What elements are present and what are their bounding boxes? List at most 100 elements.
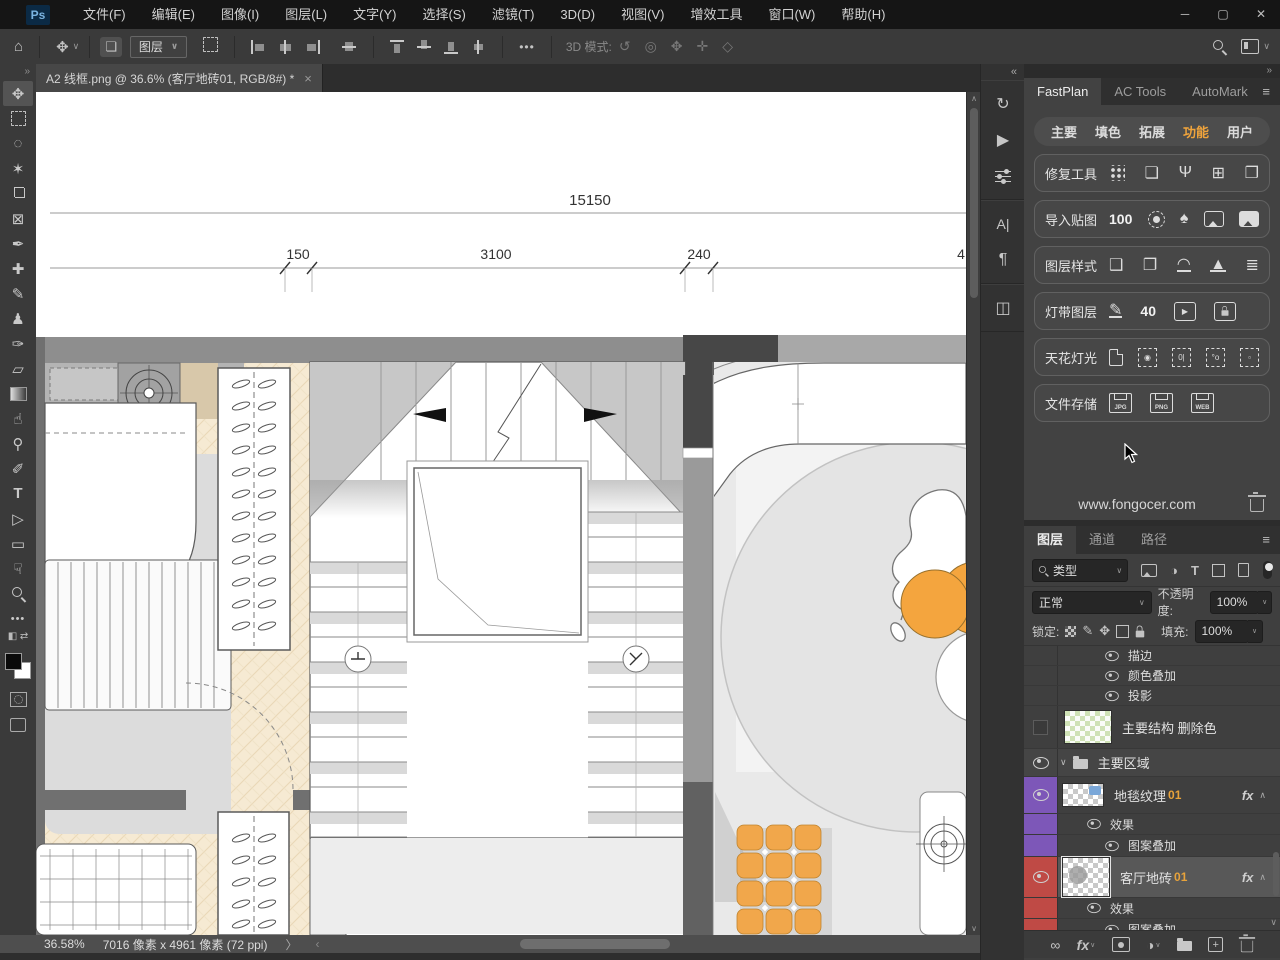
visibility-eye-icon[interactable] bbox=[1033, 871, 1049, 883]
eyedropper-tool[interactable]: ✒ bbox=[3, 231, 33, 256]
visibility-eye-icon[interactable] bbox=[1105, 650, 1119, 660]
dotted-circle-icon[interactable] bbox=[1148, 211, 1165, 228]
visibility-eye-icon[interactable] bbox=[1105, 670, 1119, 680]
eject-icon[interactable]: ▲ bbox=[1210, 259, 1226, 272]
hscroll-thumb[interactable] bbox=[520, 939, 670, 949]
fill-dropdown-icon[interactable]: ∨ bbox=[1248, 620, 1263, 643]
tab-automark[interactable]: AutoMark bbox=[1179, 78, 1261, 105]
visibility-eye-icon[interactable] bbox=[1087, 819, 1101, 829]
opacity-value[interactable]: 100% bbox=[1210, 591, 1260, 614]
menu-3d[interactable]: 3D(D) bbox=[547, 0, 608, 29]
frame-tool[interactable]: ⊠ bbox=[3, 206, 33, 231]
distribute-top-icon[interactable] bbox=[390, 40, 405, 54]
align-right-icon[interactable] bbox=[305, 40, 320, 54]
effect-row[interactable]: 效果 bbox=[1024, 898, 1280, 919]
distribute-horizontal-icon[interactable] bbox=[471, 40, 486, 54]
align-middle-icon[interactable] bbox=[342, 40, 357, 54]
save-jpg-icon[interactable]: JPG bbox=[1109, 393, 1132, 413]
group-row-main-area[interactable]: ∨ 主要区域 bbox=[1024, 749, 1280, 777]
menu-window[interactable]: 窗口(W) bbox=[755, 0, 828, 29]
properties-panel-icon[interactable] bbox=[981, 158, 1025, 194]
color-swatches[interactable] bbox=[5, 653, 31, 679]
visibility-checkbox-empty[interactable] bbox=[1033, 720, 1048, 735]
link-layers-icon[interactable]: ∞ bbox=[1050, 937, 1060, 953]
move-tool-icon[interactable]: ✥ bbox=[50, 38, 75, 56]
more-options-icon[interactable]: ••• bbox=[513, 40, 541, 54]
tools-collapse-icon[interactable]: » bbox=[24, 64, 36, 81]
swap-colors-icon[interactable]: ◧ ⇄ bbox=[8, 631, 29, 647]
layer-row-main-structure[interactable]: 主要结构 删除色 bbox=[1024, 706, 1280, 749]
scroll-down-icon[interactable]: ∨ bbox=[967, 924, 981, 933]
layer-copy-icon[interactable]: ❐ bbox=[1143, 255, 1157, 275]
quick-selection-tool[interactable]: ✶ bbox=[3, 156, 33, 181]
lock-pixels-icon[interactable]: ✎ bbox=[1082, 623, 1093, 639]
pen-tool[interactable]: ✐ bbox=[3, 456, 33, 481]
eraser-tool[interactable]: ▱ bbox=[3, 356, 33, 381]
menu-layer[interactable]: 图层(L) bbox=[272, 0, 340, 29]
scroll-left-icon[interactable]: ‹ bbox=[315, 937, 319, 951]
status-chevron-icon[interactable]: 〉 bbox=[285, 936, 297, 953]
cactus-icon[interactable]: Ψ bbox=[1179, 164, 1192, 182]
filter-type-icon[interactable]: T bbox=[1191, 563, 1199, 578]
subtab-main[interactable]: 主要 bbox=[1051, 122, 1077, 141]
stack-icon[interactable]: ≣ bbox=[1246, 255, 1259, 275]
marquee-tool[interactable] bbox=[3, 106, 33, 131]
save-web-icon[interactable]: WEB bbox=[1191, 393, 1214, 413]
3d-roll-icon[interactable]: ◎ bbox=[638, 38, 664, 55]
menu-file[interactable]: 文件(F) bbox=[70, 0, 139, 29]
effect-row-stroke[interactable]: 描边 bbox=[1024, 646, 1280, 666]
3d-rotate-icon[interactable]: ↺ bbox=[612, 38, 638, 55]
menu-image[interactable]: 图像(I) bbox=[208, 0, 272, 29]
chevron-down-icon[interactable]: ∨ bbox=[73, 41, 80, 52]
visibility-eye-icon[interactable] bbox=[1105, 840, 1119, 850]
type-tool[interactable]: T bbox=[3, 481, 33, 506]
tube-light-icon[interactable]: 0| bbox=[1172, 348, 1191, 367]
file-icon[interactable] bbox=[1109, 349, 1123, 366]
actions-panel-icon[interactable]: ▶ bbox=[981, 122, 1025, 158]
layers-scrollbar-thumb[interactable] bbox=[1273, 852, 1279, 896]
shape-tool[interactable]: ▭ bbox=[3, 531, 33, 556]
menu-filter[interactable]: 滤镜(T) bbox=[479, 0, 548, 29]
effect-row[interactable]: 效果 bbox=[1024, 814, 1280, 835]
menu-help[interactable]: 帮助(H) bbox=[828, 0, 898, 29]
fx-badge[interactable]: fx∧ bbox=[1242, 788, 1280, 803]
lock-all-icon[interactable] bbox=[1135, 625, 1145, 638]
lock-icon[interactable] bbox=[1214, 302, 1236, 321]
3d-drag-icon[interactable]: ✥ bbox=[664, 38, 690, 55]
tab-fastplan[interactable]: FastPlan bbox=[1024, 78, 1101, 105]
pencil-icon[interactable]: ✎ bbox=[1109, 305, 1122, 318]
zoom-tool[interactable] bbox=[3, 581, 33, 606]
opacity-dropdown-icon[interactable]: ∨ bbox=[1258, 591, 1272, 614]
tab-channels[interactable]: 通道 bbox=[1076, 526, 1128, 554]
style-square-icon[interactable]: ❑ bbox=[1109, 255, 1123, 275]
layer-thumbnail[interactable] bbox=[1064, 710, 1112, 744]
save-png-icon[interactable]: PNG bbox=[1150, 393, 1173, 413]
search-icon[interactable] bbox=[1212, 39, 1227, 54]
spot-light-icon[interactable]: ◉ bbox=[1138, 348, 1157, 367]
blend-mode-dropdown[interactable]: 正常 ∨ bbox=[1032, 591, 1152, 614]
vscroll-thumb[interactable] bbox=[970, 108, 978, 298]
filter-adjustment-icon[interactable]: ◑ bbox=[1170, 563, 1178, 578]
scroll-down-icon[interactable]: ∨ bbox=[1270, 917, 1277, 928]
auto-select-icon[interactable]: ❏ bbox=[100, 37, 122, 57]
filter-toggle-switch[interactable] bbox=[1263, 561, 1272, 579]
3d-scale-icon[interactable]: ◇ bbox=[715, 38, 740, 55]
foreground-color-swatch[interactable] bbox=[5, 653, 22, 670]
minimize-button[interactable]: ─ bbox=[1166, 0, 1204, 29]
visibility-eye-icon[interactable] bbox=[1105, 690, 1119, 700]
dome-icon[interactable]: ◠ bbox=[1177, 259, 1191, 272]
pencil-tool[interactable]: ✎ bbox=[3, 281, 33, 306]
visibility-eye-icon[interactable] bbox=[1033, 757, 1049, 769]
path-selection-tool[interactable]: ▷ bbox=[3, 506, 33, 531]
subtab-function[interactable]: 功能 bbox=[1183, 122, 1209, 141]
history-panel-icon[interactable]: ↻ bbox=[981, 86, 1025, 122]
patch-icon[interactable]: ❏ bbox=[1145, 163, 1159, 183]
zoom-level[interactable]: 36.58% bbox=[44, 937, 85, 951]
align-left-icon[interactable] bbox=[251, 40, 266, 54]
image-filled-icon[interactable] bbox=[1239, 211, 1259, 227]
canvas-vscrollbar[interactable]: ∧ ∨ bbox=[966, 92, 981, 935]
distribute-middle-icon[interactable] bbox=[417, 40, 432, 54]
trash-icon[interactable] bbox=[1250, 499, 1264, 512]
menu-plugins[interactable]: 增效工具 bbox=[677, 0, 755, 29]
crop-tool[interactable] bbox=[3, 181, 33, 206]
